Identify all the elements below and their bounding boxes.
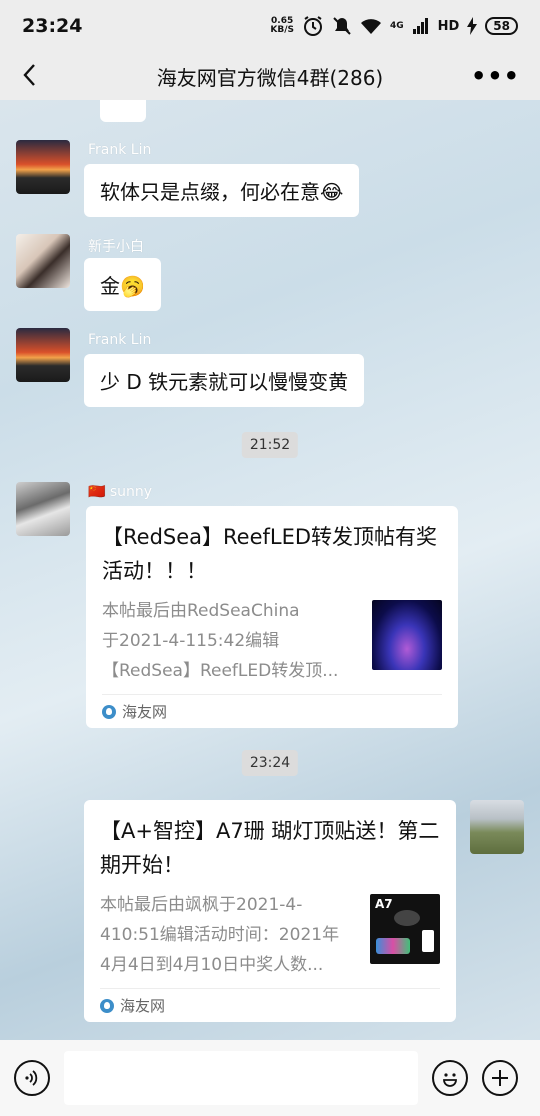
card-title: 【RedSea】ReefLED转发顶帖有奖活动！！！ [102,525,438,583]
message-item [16,328,70,382]
sender-name: 新手小白 [88,239,144,255]
input-bar [0,1040,540,1116]
link-card[interactable]: 【RedSea】ReefLED转发顶帖有奖活动！！！ 本帖最后由RedSeaCh… [86,506,458,728]
source-logo-icon [102,704,116,719]
status-time: 23:24 [22,15,83,37]
sender-name: 🇨🇳 sunny [88,484,153,500]
message-bubble[interactable]: 少 D 铁元素就可以慢慢变黄 [84,354,365,407]
emoji-icon[interactable] [432,1060,468,1096]
chat-area[interactable]: Frank Lin 软体只是点缀，何必在意😂 新手小白 金🥱 Frank Lin… [0,100,540,1040]
network-type: 4G [389,21,404,31]
chat-header: 海友网官方微信4群(286) ••• [0,52,540,100]
voice-icon[interactable] [14,1060,50,1096]
avatar[interactable] [16,234,70,288]
message-bubble[interactable]: 软体只是点缀，何必在意😂 [84,164,360,217]
status-icons: 0.65 KB/S 4G HD 58 [270,15,518,37]
charging-icon [467,17,478,35]
message-bubble[interactable]: 金🥱 [84,258,161,311]
card-description: 本帖最后由RedSeaChina 于2021-4-115:42编辑 【RedSe… [102,601,339,681]
avatar[interactable] [16,140,70,194]
card-description: 本帖最后由飒枫于2021-4- 410:51编辑活动时间：2021年 4月4日到… [100,895,340,975]
link-card[interactable]: 【A+智控】A7珊 瑚灯顶贴送！第二期开始！ 本帖最后由飒枫于2021-4- 4… [84,800,456,1022]
timestamp: 23:24 [241,750,299,776]
more-icon[interactable]: ••• [471,62,520,90]
status-bar: 23:24 0.65 KB/S 4G HD 58 [0,0,540,52]
avatar[interactable] [16,482,70,536]
signal-icon [412,18,428,34]
card-thumbnail [372,600,442,670]
timestamp: 21:52 [241,432,299,458]
wifi-icon [360,19,381,34]
add-icon[interactable] [482,1060,518,1096]
card-body: 本帖最后由RedSeaChina 于2021-4-115:42编辑 【RedSe… [102,596,442,686]
card-thumbnail: A7 [370,894,440,964]
message-item [16,140,70,194]
message-input[interactable] [64,1051,418,1105]
volte-badge: HD [437,18,460,34]
card-source: 海友网 [102,694,442,728]
card-title: 【A+智控】A7珊 瑚灯顶贴送！第二期开始！ [100,819,440,877]
net-speed: 0.65 KB/S [270,16,294,35]
partial-bubble [100,100,146,122]
sender-name: Frank Lin [88,332,152,348]
my-avatar[interactable] [470,800,524,854]
alarm-icon [303,16,322,36]
source-logo-icon [100,998,114,1013]
battery-level: 58 [485,17,518,35]
message-item [16,482,70,536]
sender-name: Frank Lin [88,142,152,158]
chat-title: 海友网官方微信4群(286) [156,65,384,90]
message-item [16,234,70,288]
back-arrow-icon[interactable] [16,60,46,90]
card-body: 本帖最后由飒枫于2021-4- 410:51编辑活动时间：2021年 4月4日到… [100,890,440,980]
avatar[interactable] [16,328,70,382]
mute-icon [333,17,351,35]
card-source: 海友网 [100,988,440,1022]
